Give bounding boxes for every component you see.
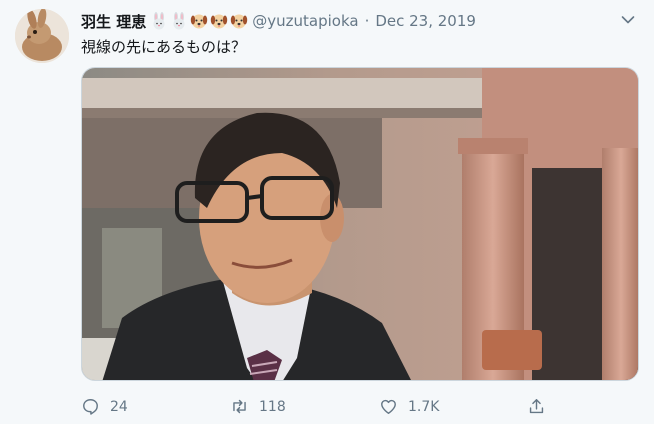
display-name[interactable]: 羽生 理恵 <box>81 11 146 32</box>
dog-face-emoji <box>231 14 248 29</box>
avatar[interactable] <box>15 9 69 63</box>
retweet-icon <box>233 399 246 414</box>
chevron-down-icon[interactable] <box>620 12 636 28</box>
share-button[interactable] <box>527 397 546 416</box>
heart-icon <box>381 399 396 414</box>
tweet[interactable]: 羽生 理恵 @yuzutapioka · Dec 23, 2019 視線の先にあ… <box>0 0 654 424</box>
tweet-media-photo[interactable] <box>81 67 639 381</box>
dog-face-emoji <box>211 14 228 29</box>
reply-button[interactable]: 24 <box>81 397 128 416</box>
tweet-text: 視線の先にあるものは？ <box>81 38 247 56</box>
tweet-header: 羽生 理恵 @yuzutapioka · Dec 23, 2019 <box>81 10 476 32</box>
like-count: 1.7K <box>408 398 440 415</box>
separator-dot: · <box>364 12 370 30</box>
tweet-date[interactable]: Dec 23, 2019 <box>375 12 476 30</box>
dog-face-emoji <box>191 14 208 29</box>
like-button[interactable]: 1.7K <box>379 397 439 416</box>
reply-count: 24 <box>110 398 128 415</box>
rabbit-face-emoji <box>173 12 185 30</box>
user-handle[interactable]: @yuzutapioka <box>252 12 358 30</box>
retweet-count: 118 <box>259 398 286 415</box>
tweet-actions: 24 118 1.7K <box>81 397 551 421</box>
share-icon <box>529 399 544 414</box>
reply-icon <box>83 399 98 415</box>
retweet-button[interactable]: 118 <box>230 397 286 416</box>
rabbit-face-emoji <box>153 12 165 30</box>
name-emoji-group <box>150 12 248 30</box>
